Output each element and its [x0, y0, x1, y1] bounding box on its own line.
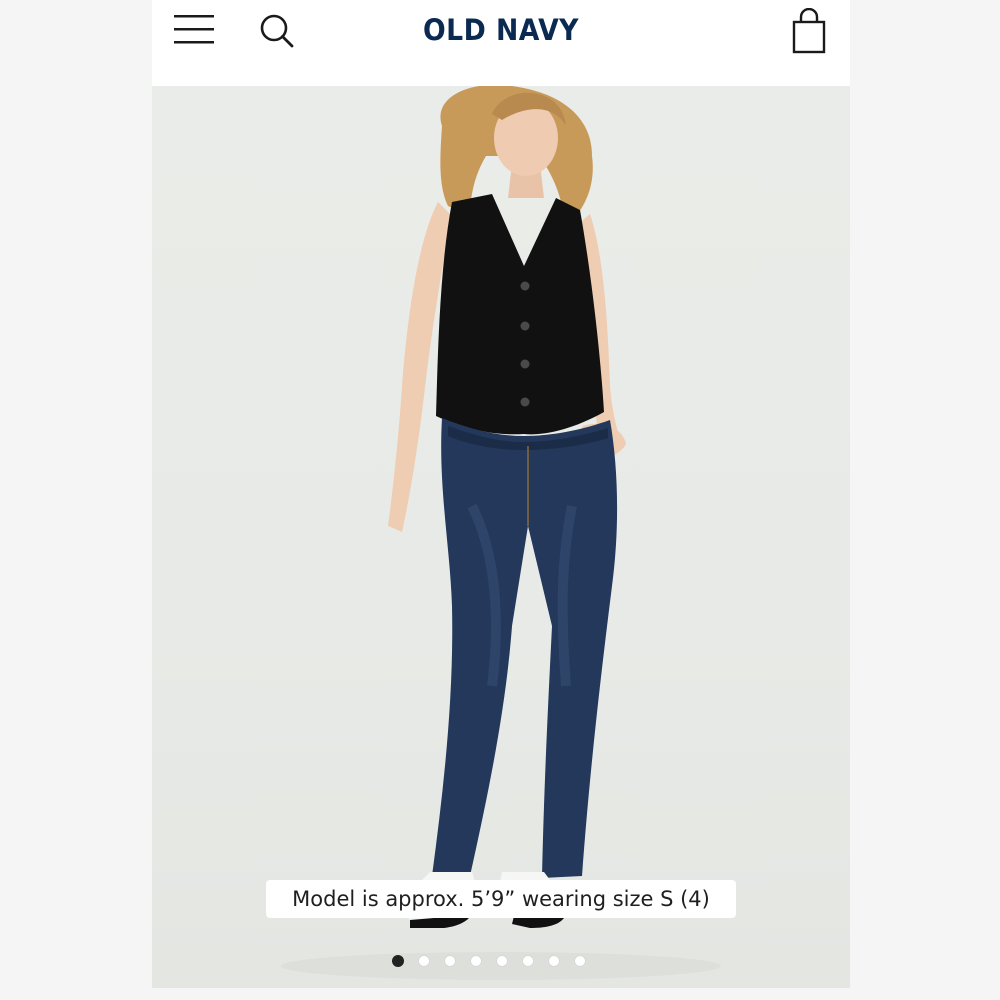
shopping-bag-icon[interactable]: [790, 7, 828, 56]
site-header: OLD NAVY: [152, 0, 850, 86]
carousel-dot[interactable]: [470, 955, 482, 967]
carousel-dot[interactable]: [574, 955, 586, 967]
carousel-dot[interactable]: [392, 955, 404, 967]
carousel-dot[interactable]: [522, 955, 534, 967]
product-image[interactable]: Model is approx. 5’9” wearing size S (4): [152, 86, 850, 988]
carousel-dot[interactable]: [548, 955, 560, 967]
model-size-caption: Model is approx. 5’9” wearing size S (4): [266, 880, 736, 918]
search-icon[interactable]: [258, 12, 296, 50]
product-page: OLD NAVY Model is approx. 5’9” wearing s…: [152, 0, 850, 988]
carousel-dot[interactable]: [444, 955, 456, 967]
model-illustration: [281, 86, 721, 980]
hamburger-menu-icon[interactable]: [174, 12, 214, 48]
brand-logo[interactable]: OLD NAVY: [364, 13, 638, 47]
image-carousel-indicator: [392, 955, 586, 969]
carousel-dot[interactable]: [496, 955, 508, 967]
carousel-dot[interactable]: [418, 955, 430, 967]
